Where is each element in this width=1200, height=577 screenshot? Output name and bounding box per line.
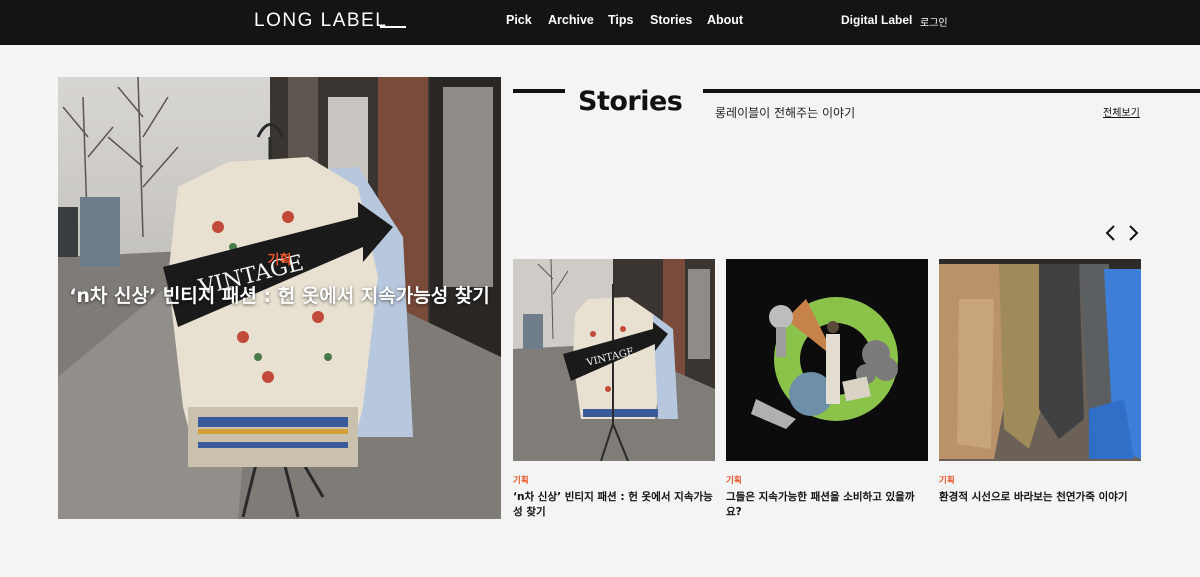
logo[interactable]: LONG LABEL [254, 10, 387, 32]
story-card-image: VINTAGE [513, 259, 715, 461]
nav-about[interactable]: About [707, 13, 743, 27]
story-card[interactable]: VINTAGE 기획 ‘n차 신상’ 빈티지 패션 : 헌 옷에서 지속가능성 … [513, 259, 715, 520]
hero-category: 기획 [267, 253, 292, 268]
story-card-category: 기획 [939, 476, 955, 486]
chevron-right-icon[interactable] [1125, 224, 1141, 242]
nav-tips[interactable]: Tips [608, 13, 633, 27]
view-all-link[interactable]: 전체보기 [1103, 104, 1140, 119]
digital-label-link[interactable]: Digital Label [841, 13, 912, 27]
story-card-title[interactable]: 환경적 시선으로 바라보는 천연가죽 이야기 [939, 490, 1141, 505]
story-card-category: 기획 [513, 476, 529, 486]
section-title: Stories [578, 86, 683, 117]
login-link[interactable]: 로그인 [920, 14, 948, 29]
heading-rule-right [703, 89, 1200, 93]
nav-pick[interactable]: Pick [506, 13, 532, 27]
hero-title[interactable]: ‘n차 신상’ 빈티지 패션 : 헌 옷에서 지속가능성 찾기 [58, 282, 501, 311]
story-card[interactable]: 기획 그들은 지속가능한 패션을 소비하고 있을까요? [726, 259, 928, 520]
heading-rule-left [513, 89, 565, 93]
hero-feature[interactable]: VINTAGE 기획 ‘n차 신상’ 빈티지 패션 : 헌 옷에서 지속가능성 … [58, 77, 501, 519]
story-card-category: 기획 [726, 476, 742, 486]
story-card-image [726, 259, 928, 461]
story-card-title[interactable]: 그들은 지속가능한 패션을 소비하고 있을까요? [726, 490, 928, 520]
chevron-left-icon[interactable] [1103, 224, 1119, 242]
story-card[interactable]: 기획 환경적 시선으로 바라보는 천연가죽 이야기 [939, 259, 1141, 505]
top-navigation-bar: LONG LABEL Pick Archive Tips Stories Abo… [0, 0, 1200, 45]
story-card-title[interactable]: ‘n차 신상’ 빈티지 패션 : 헌 옷에서 지속가능성 찾기 [513, 490, 715, 520]
logo-underline [380, 26, 406, 28]
nav-stories[interactable]: Stories [650, 13, 692, 27]
nav-archive[interactable]: Archive [548, 13, 594, 27]
section-subtitle: 롱레이블이 전해주는 이야기 [715, 106, 856, 120]
story-card-image [939, 259, 1141, 461]
